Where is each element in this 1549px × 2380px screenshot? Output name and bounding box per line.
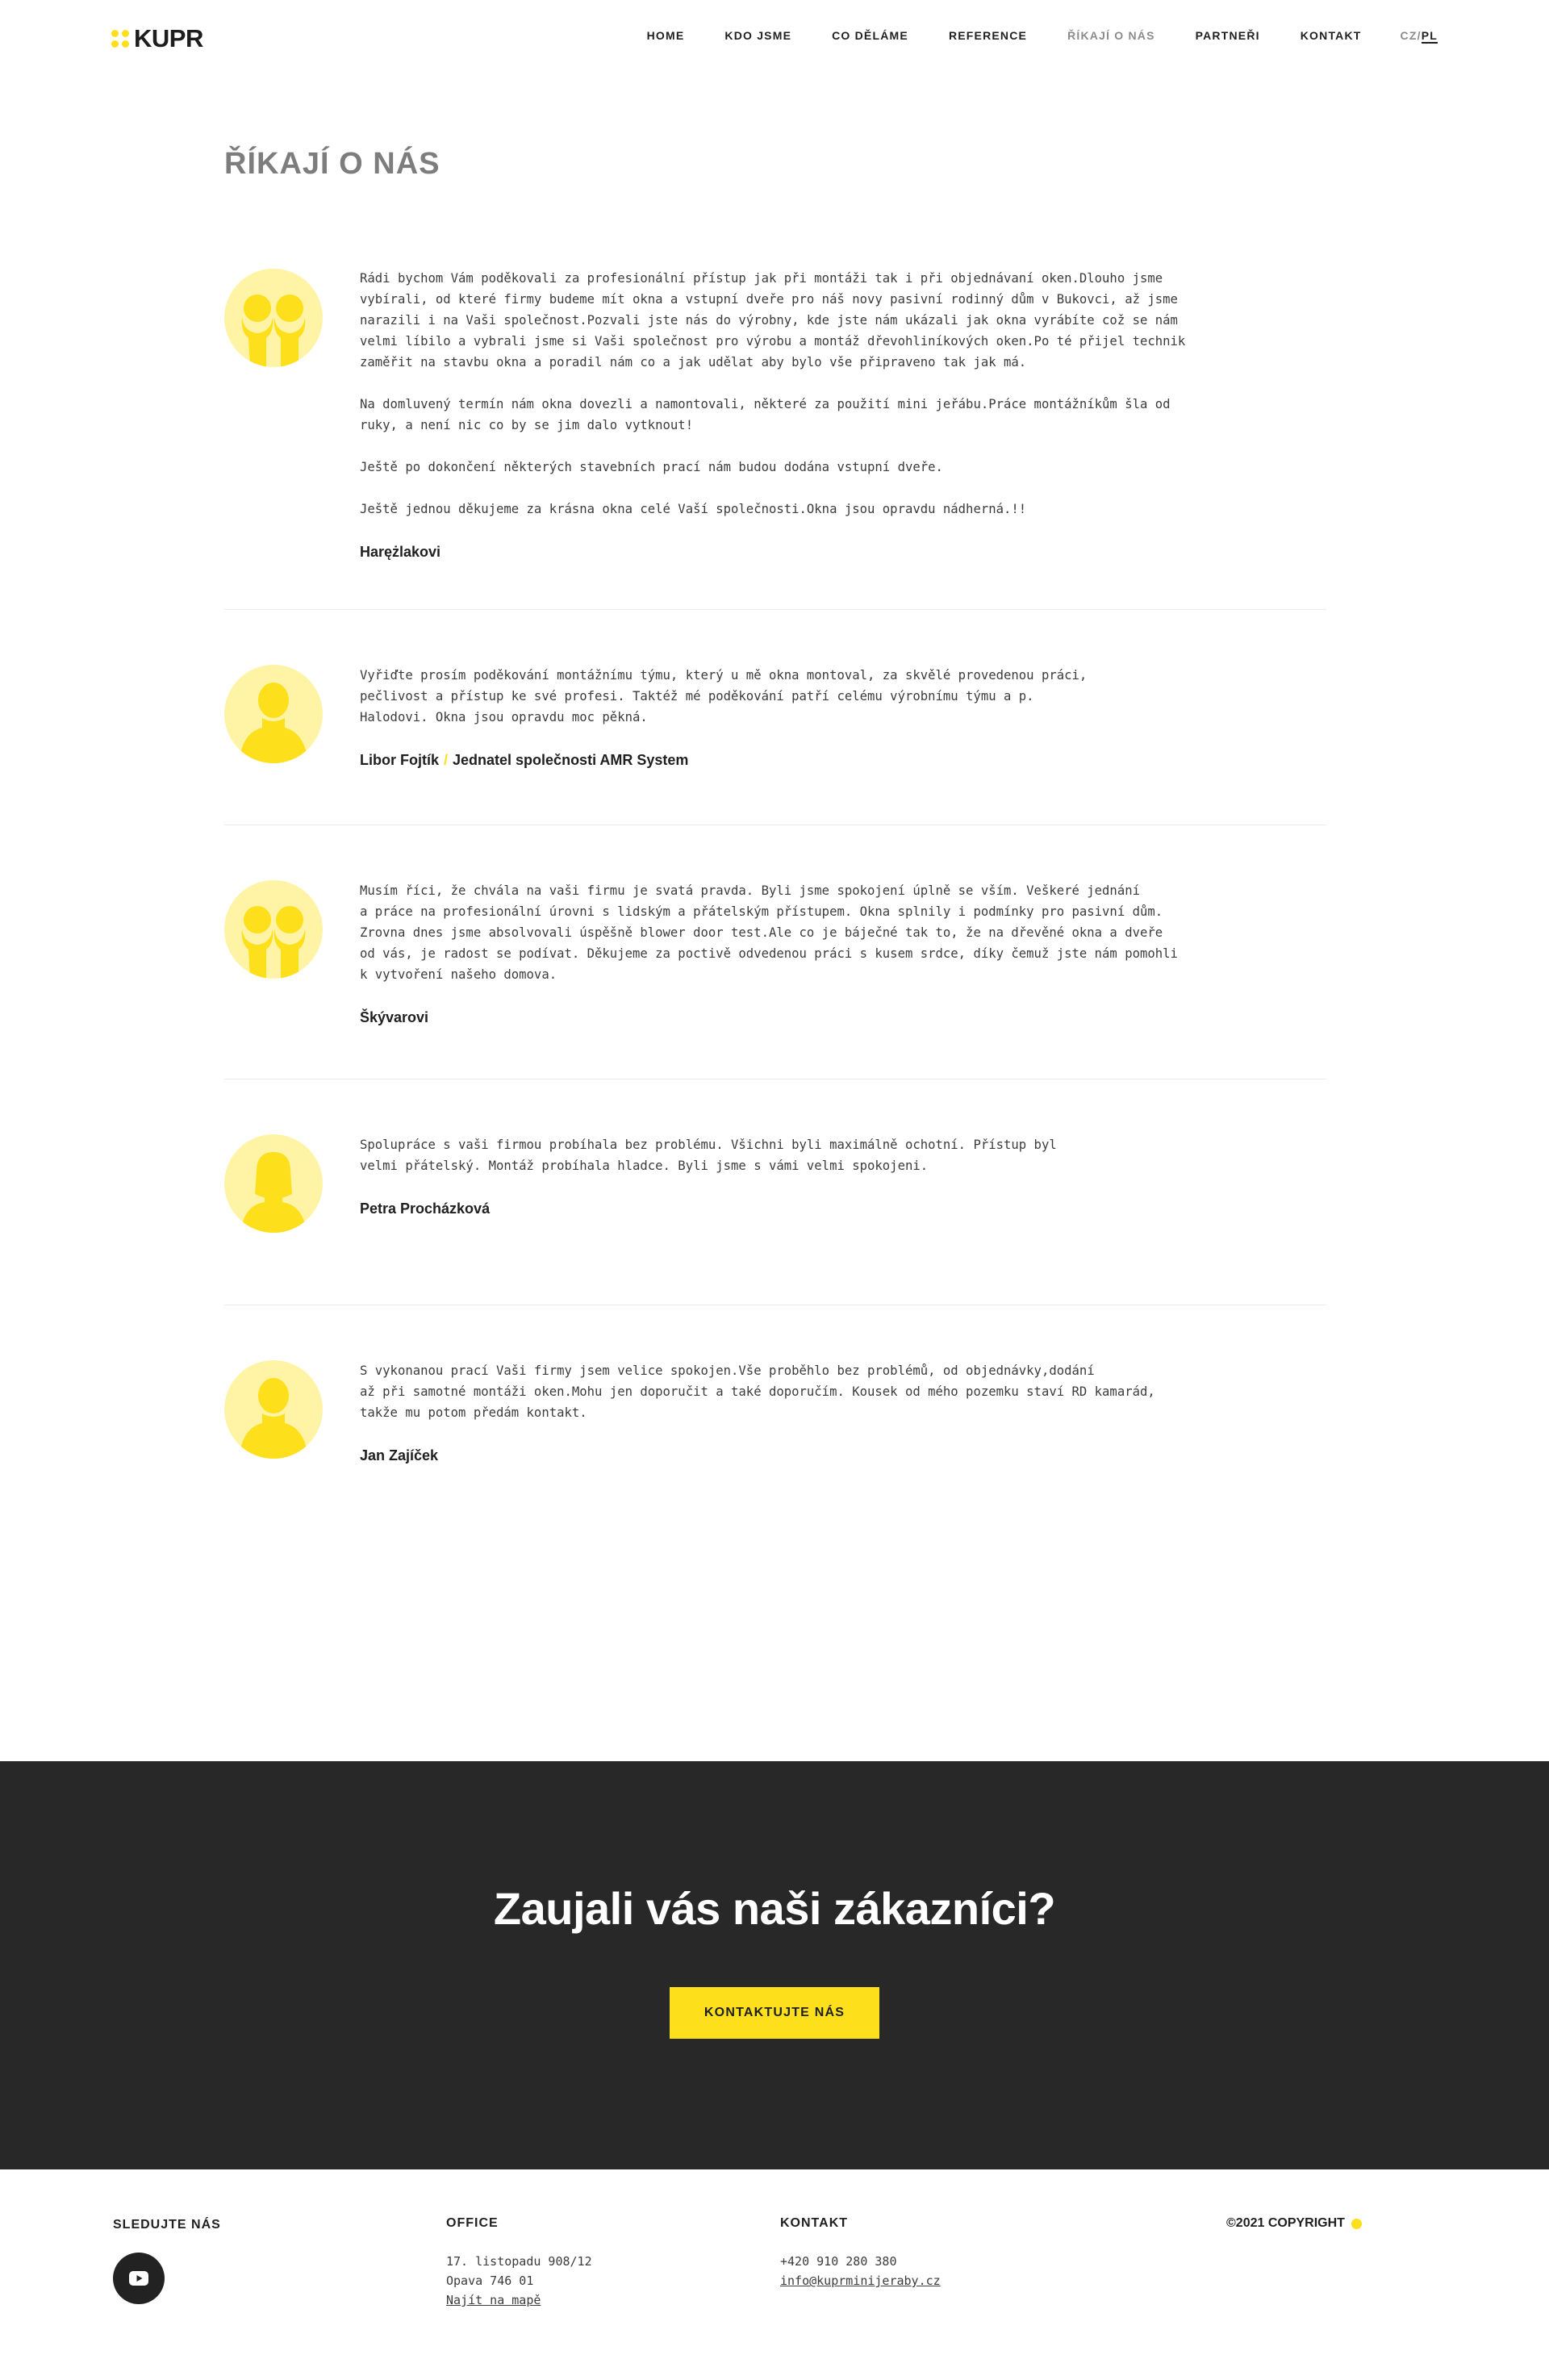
couple-icon: [224, 880, 323, 979]
office-address: 17. listopadu 908/12 Opava 746 01 Najít …: [446, 2254, 592, 2307]
woman-icon: [224, 1134, 323, 1233]
kupr-logo[interactable]: KUPR: [111, 24, 203, 52]
testimonial-text: Spolupráce s vaši firmou probíhala bez p…: [360, 1138, 1057, 1173]
nav-reference[interactable]: REFERENCE: [949, 29, 1027, 42]
testimonial-author: Harężlakovi: [360, 544, 441, 560]
testimonial-text: Vyřiďte prosím poděkování montážnímu tým…: [360, 668, 1088, 724]
site-footer: SLEDUJTE NÁS OFFICE 17. listopadu 908/12…: [0, 2169, 1549, 2380]
footer-office: OFFICE 17. listopadu 908/12 Opava 746 01…: [446, 2216, 592, 2310]
language-switcher: CZ/PL: [1400, 29, 1438, 44]
site-header: KUPR HOME KDO JSME CO DĚLÁME REFERENCE Ř…: [0, 0, 1549, 77]
footer-follow-heading: SLEDUJTE NÁS: [113, 2218, 221, 2232]
couple-icon: [224, 269, 323, 367]
main-nav: HOME KDO JSME CO DĚLÁME REFERENCE ŘÍKAJÍ…: [607, 29, 1438, 44]
nav-kontakt[interactable]: KONTAKT: [1301, 29, 1362, 42]
page-title: ŘÍKAJÍ O NÁS: [224, 147, 440, 181]
nav-partneri[interactable]: PARTNEŘI: [1196, 29, 1260, 42]
lang-cz[interactable]: CZ: [1401, 29, 1417, 42]
nav-rikaji-o-nas[interactable]: ŘÍKAJÍ O NÁS: [1067, 29, 1155, 42]
lang-pl[interactable]: PL: [1421, 29, 1438, 44]
contact-us-button[interactable]: KONTAKTUJTE NÁS: [670, 1987, 879, 2039]
testimonial-text: S vykonanou prací Vaši firmy jsem velice…: [360, 1363, 1155, 1420]
testimonial-text: Musím říci, že chvála na vaši firmu je s…: [360, 883, 1178, 982]
footer-contact: KONTAKT +420 910 280 380 info@kuprminije…: [780, 2216, 941, 2290]
cta-title: Zaujali vás naši zákazníci?: [493, 1883, 1056, 1934]
contact-details: +420 910 280 380 info@kuprminijeraby.cz: [780, 2252, 941, 2290]
testimonial-author: Jan Zajíček: [360, 1447, 439, 1463]
cta-section: Zaujali vás naši zákazníci? KONTAKTUJTE …: [0, 1761, 1549, 2169]
testimonial-item: Spolupráce s vaši firmou probíhala bez p…: [224, 1079, 1326, 1305]
nav-co-delame[interactable]: CO DĚLÁME: [832, 29, 908, 42]
testimonial-item: S vykonanou prací Vaši firmy jsem velice…: [224, 1305, 1326, 1483]
testimonial-item: Rádi bychom Vám poděkovali za profesioná…: [224, 250, 1326, 610]
footer-copyright: ©2021 COPYRIGHT: [1226, 2216, 1362, 2231]
map-link[interactable]: Najít na mapě: [446, 2293, 541, 2307]
man-icon: [224, 1360, 323, 1459]
testimonial-item: Vyřiďte prosím poděkování montážnímu tým…: [224, 610, 1326, 825]
testimonial-text: Rádi bychom Vám poděkovali za profesioná…: [360, 271, 1186, 516]
email-link[interactable]: info@kuprminijeraby.cz: [780, 2274, 941, 2288]
testimonial-list: Rádi bychom Vám poděkovali za profesioná…: [224, 250, 1326, 1483]
author-role: Jednatel společnosti AMR System: [453, 752, 689, 768]
testimonial-item: Musím říci, že chvála na vaši firmu je s…: [224, 825, 1326, 1079]
testimonial-author: Petra Procházková: [360, 1200, 491, 1217]
footer-follow: SLEDUJTE NÁS: [113, 2218, 221, 2232]
nav-kdo-jsme[interactable]: KDO JSME: [724, 29, 791, 42]
nav-home[interactable]: HOME: [647, 29, 685, 42]
accent-dot-icon: [1351, 2218, 1362, 2229]
copyright-text: ©2021 COPYRIGHT: [1226, 2216, 1345, 2230]
phone-number: +420 910 280 380: [780, 2254, 897, 2269]
man-icon: [224, 665, 323, 763]
logo-text: KUPR: [134, 24, 203, 52]
testimonial-author: Škývarovi: [360, 1009, 429, 1025]
youtube-icon[interactable]: [113, 2253, 165, 2304]
logo-dots-icon: [111, 30, 129, 48]
footer-contact-heading: KONTAKT: [780, 2216, 849, 2230]
testimonial-author: Libor Fojtík / Jednatel společnosti AMR Sy…: [360, 752, 689, 768]
footer-office-heading: OFFICE: [446, 2216, 499, 2230]
